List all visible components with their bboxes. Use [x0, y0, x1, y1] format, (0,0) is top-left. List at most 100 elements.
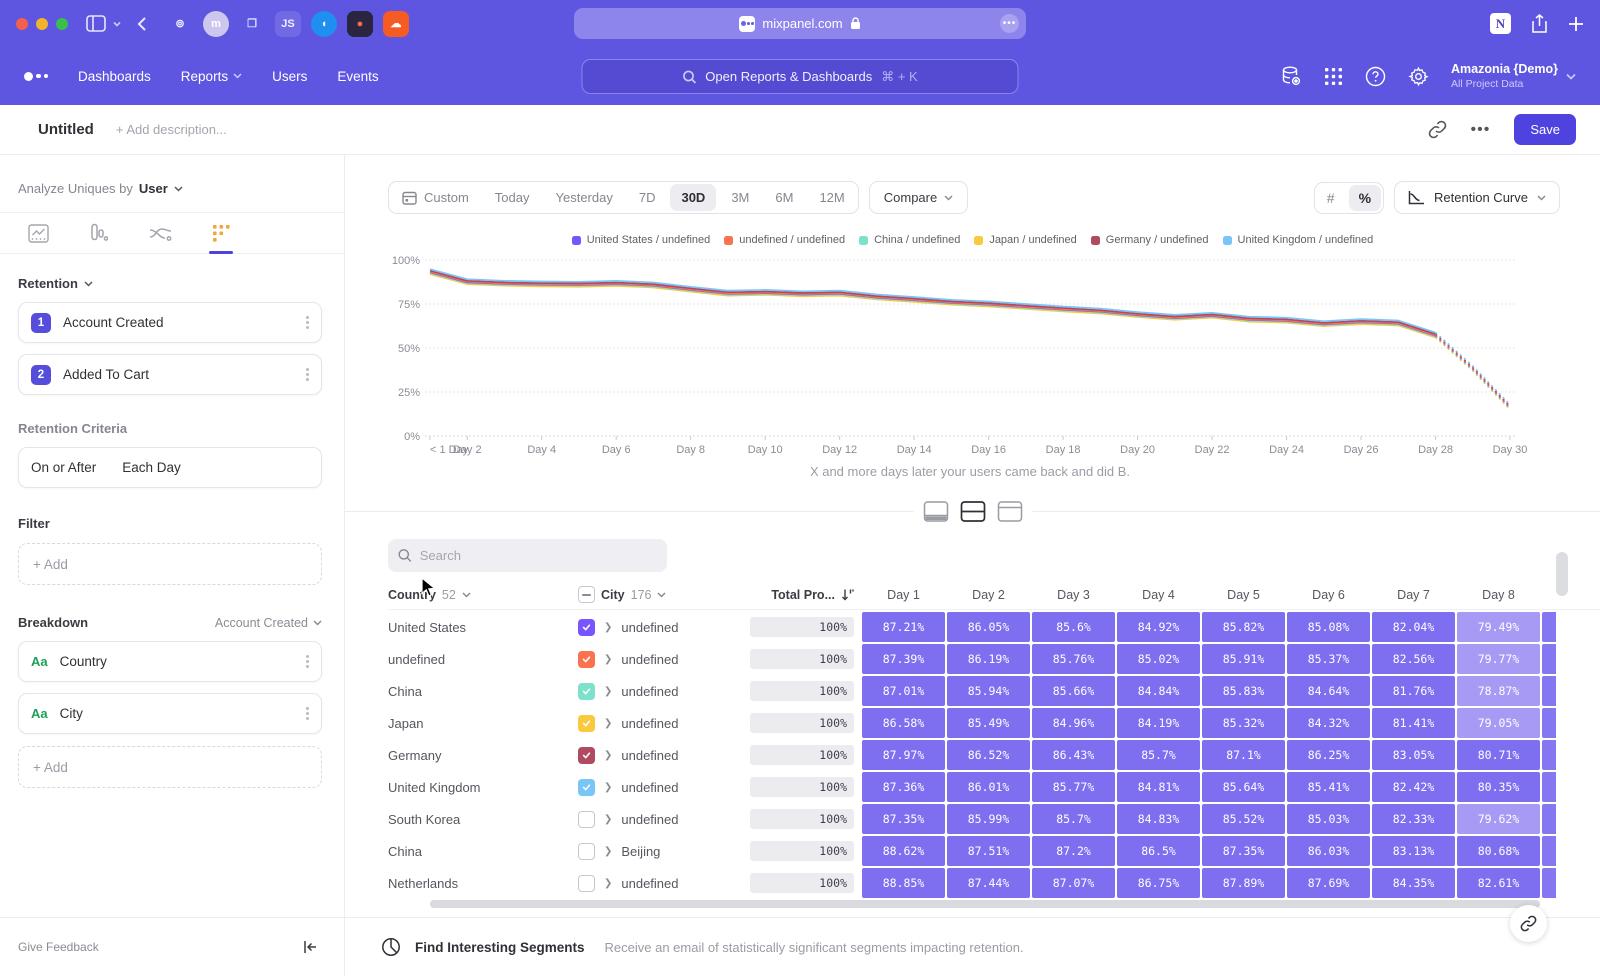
retention-cell[interactable]: 86.43%	[1032, 740, 1115, 770]
row-country-label[interactable]: undefined	[388, 652, 578, 667]
retention-cell[interactable]: 85.03%	[1287, 804, 1370, 834]
retention-cell[interactable]: 79.77%	[1457, 644, 1540, 674]
row-city-label[interactable]: undefined	[621, 812, 678, 827]
help-icon[interactable]	[1365, 66, 1386, 87]
retention-cell[interactable]: 79.62%	[1457, 804, 1540, 834]
expand-row-icon[interactable]: ❯	[604, 846, 612, 857]
horizontal-scrollbar[interactable]	[430, 900, 1540, 908]
window-controls[interactable]	[16, 18, 68, 30]
retention-cell[interactable]: 79.49%	[1457, 612, 1540, 642]
retention-cell[interactable]: 84.35%	[1372, 868, 1455, 898]
retention-cell[interactable]: 82.04%	[1372, 612, 1455, 642]
retention-cell[interactable]: 85.77%	[1032, 772, 1115, 802]
retention-cell-clipped[interactable]	[1542, 708, 1556, 738]
day-column-header-8[interactable]: Day 8	[1457, 588, 1540, 602]
retention-cell[interactable]: 87.69%	[1287, 868, 1370, 898]
day-column-header-5[interactable]: Day 5	[1202, 588, 1285, 602]
day-column-header-7[interactable]: Day 7	[1372, 588, 1455, 602]
save-button[interactable]: Save	[1514, 114, 1576, 145]
series-checkbox-checked[interactable]	[578, 779, 595, 796]
retention-cell[interactable]: 86.52%	[947, 740, 1030, 770]
compare-button[interactable]: Compare	[869, 181, 968, 214]
url-options-icon[interactable]: •••	[1000, 14, 1019, 33]
retention-cell[interactable]: 84.92%	[1117, 612, 1200, 642]
breakdown-property-label[interactable]: City	[60, 706, 83, 721]
collapse-sidebar-icon[interactable]	[303, 940, 318, 954]
retention-cell[interactable]: 85.02%	[1117, 644, 1200, 674]
share-icon[interactable]	[1531, 14, 1548, 33]
copy-link-icon[interactable]	[1428, 120, 1447, 139]
retention-cell[interactable]: 80.71%	[1457, 740, 1540, 770]
date-range-30d[interactable]: 30D	[670, 184, 716, 211]
retention-cell[interactable]: 82.56%	[1372, 644, 1455, 674]
row-country-label[interactable]: United Kingdom	[388, 780, 578, 795]
expand-row-icon[interactable]: ❯	[604, 878, 612, 889]
retention-cell[interactable]: 88.85%	[862, 868, 945, 898]
table-search-input[interactable]	[420, 548, 657, 563]
tab-insights[interactable]	[18, 213, 58, 253]
new-tab-icon[interactable]	[1568, 16, 1584, 32]
extension-icon-5[interactable]: ●	[347, 11, 373, 37]
series-checkbox-checked[interactable]	[578, 619, 595, 636]
series-checkbox-unchecked[interactable]	[578, 875, 595, 892]
chart-type-dropdown[interactable]: Retention Curve	[1394, 181, 1560, 214]
add-filter-button[interactable]: + Add	[18, 543, 322, 585]
extension-icons[interactable]: ⊚m❒JS◖●☁	[167, 11, 409, 37]
date-range-6m[interactable]: 6M	[762, 182, 806, 213]
date-range-yesterday[interactable]: Yesterday	[543, 182, 626, 213]
retention-cell[interactable]: 86.5%	[1117, 836, 1200, 866]
extension-icon-4[interactable]: ◖	[311, 11, 337, 37]
row-country-label[interactable]: Netherlands	[388, 876, 578, 891]
retention-cell-clipped[interactable]	[1542, 772, 1556, 802]
global-search[interactable]: Open Reports & Dashboards ⌘ + K	[582, 59, 1019, 94]
step-event-label[interactable]: Account Created	[63, 315, 164, 330]
retention-cell[interactable]: 86.25%	[1287, 740, 1370, 770]
retention-cell[interactable]: 87.21%	[862, 612, 945, 642]
date-range-today[interactable]: Today	[482, 182, 543, 213]
retention-cell[interactable]: 84.19%	[1117, 708, 1200, 738]
retention-cell[interactable]: 85.52%	[1202, 804, 1285, 834]
retention-cell-clipped[interactable]	[1542, 740, 1556, 770]
criteria-interval[interactable]: Each Day	[122, 460, 181, 475]
give-feedback-link[interactable]: Give Feedback	[18, 940, 99, 954]
retention-cell[interactable]: 87.07%	[1032, 868, 1115, 898]
retention-cell[interactable]: 85.08%	[1287, 612, 1370, 642]
retention-cell[interactable]: 85.76%	[1032, 644, 1115, 674]
row-city-label[interactable]: undefined	[621, 748, 678, 763]
expand-row-icon[interactable]: ❯	[604, 654, 612, 665]
nav-item-events[interactable]: Events	[337, 69, 378, 84]
extension-icon-1[interactable]: m	[203, 11, 229, 37]
series-checkbox-unchecked[interactable]	[578, 843, 595, 860]
date-range-3m[interactable]: 3M	[718, 182, 762, 213]
retention-cell[interactable]: 85.41%	[1287, 772, 1370, 802]
add-breakdown-button[interactable]: + Add	[18, 746, 322, 788]
legend-item[interactable]: Japan / undefined	[974, 234, 1076, 246]
tab-flows[interactable]	[140, 213, 180, 253]
expand-row-icon[interactable]: ❯	[604, 750, 612, 761]
retention-cell[interactable]: 84.83%	[1117, 804, 1200, 834]
retention-cell[interactable]: 86.58%	[862, 708, 945, 738]
retention-cell[interactable]: 88.62%	[862, 836, 945, 866]
expand-row-icon[interactable]: ❯	[604, 686, 612, 697]
retention-step-1[interactable]: 1Account Created	[18, 302, 322, 343]
expand-row-icon[interactable]: ❯	[604, 718, 612, 729]
row-country-label[interactable]: United States	[388, 620, 578, 635]
vertical-scrollbar[interactable]	[1556, 552, 1568, 596]
analyze-entity-dropdown[interactable]: User	[139, 181, 168, 196]
retention-cell[interactable]: 84.84%	[1117, 676, 1200, 706]
count-format-button[interactable]: #	[1315, 183, 1347, 213]
breakdown-item-country[interactable]: AaCountry	[18, 641, 322, 682]
legend-item[interactable]: United States / undefined	[572, 234, 711, 246]
retention-cell[interactable]: 85.32%	[1202, 708, 1285, 738]
day-column-header-2[interactable]: Day 2	[947, 588, 1030, 602]
retention-cell[interactable]: 83.13%	[1372, 836, 1455, 866]
legend-item[interactable]: undefined / undefined	[724, 234, 845, 246]
legend-item[interactable]: United Kingdom / undefined	[1223, 234, 1374, 246]
retention-cell[interactable]: 87.39%	[862, 644, 945, 674]
extension-icon-3[interactable]: JS	[275, 11, 301, 37]
row-country-label[interactable]: Japan	[388, 716, 578, 731]
retention-cell-clipped[interactable]	[1542, 644, 1556, 674]
maximize-window-button[interactable]	[56, 18, 68, 30]
data-management-icon[interactable]	[1280, 65, 1302, 87]
segments-title[interactable]: Find Interesting Segments	[415, 940, 585, 955]
